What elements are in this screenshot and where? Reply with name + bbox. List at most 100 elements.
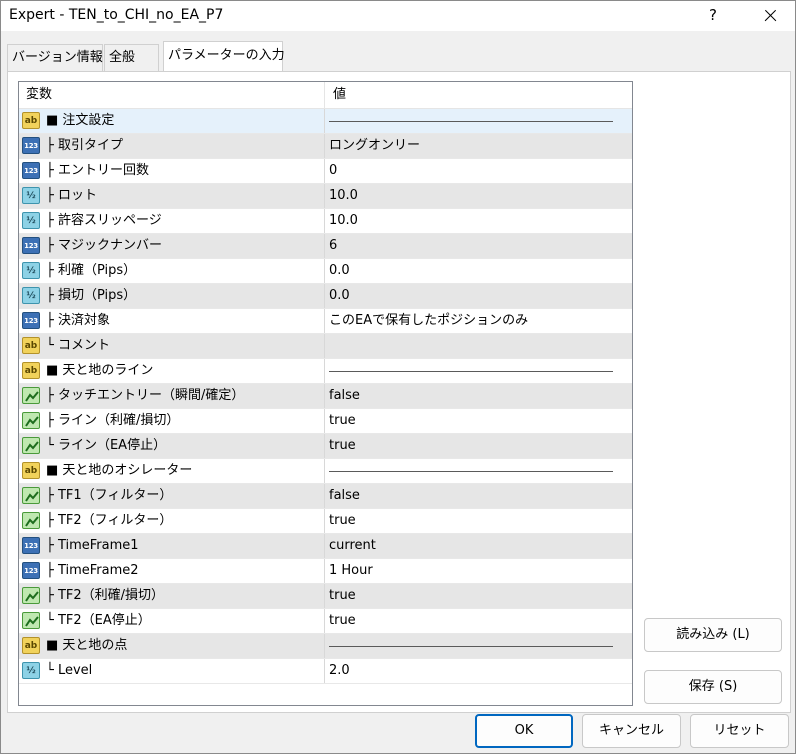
parameter-name: ├ 利確（Pips） [46,263,137,278]
parameter-row[interactable]: 123 ├ マジックナンバー 6 [19,234,632,259]
separator-line [329,646,613,647]
parameter-value[interactable]: 10.0 [325,209,632,233]
boolean-type-icon [22,387,40,404]
string-type-icon: ab [22,362,40,379]
parameter-row[interactable]: ½ ├ 利確（Pips） 0.0 [19,259,632,284]
parameter-name-cell: ½ ├ 許容スリッページ [19,209,325,233]
parameter-value[interactable]: true [325,434,632,458]
parameter-value[interactable] [325,634,632,658]
parameter-value[interactable] [325,109,632,133]
parameter-row[interactable]: 123 ├ TimeFrame1 current [19,534,632,559]
help-button[interactable]: ? [691,1,735,31]
parameter-name-cell: 123 ├ 取引タイプ [19,134,325,158]
boolean-type-icon [22,487,40,504]
parameter-row[interactable]: 123 ├ 決済対象 このEAで保有したポジションのみ [19,309,632,334]
double-type-icon: ½ [22,187,40,204]
parameter-value[interactable]: false [325,384,632,408]
parameter-name: ■ 天と地のオシレーター [46,463,193,478]
tab-input-parameters[interactable]: パラメーターの入力 [163,41,285,71]
parameter-value[interactable]: 2.0 [325,659,632,683]
parameter-name: └ コメント [46,338,110,353]
boolean-type-icon [22,512,40,529]
parameter-name-cell: └ ライン（EA停止） [19,434,325,458]
parameter-row[interactable]: ab └ コメント [19,334,632,359]
parameter-value[interactable]: true [325,509,632,533]
parameter-value[interactable]: ロングオンリー [325,134,632,158]
save-button[interactable]: 保存 (S) [644,670,782,704]
parameter-name-cell: ½ ├ 利確（Pips） [19,259,325,283]
boolean-type-icon [22,612,40,629]
title-bar: Expert - TEN_to_CHI_no_EA_P7 ? [1,1,795,31]
close-button[interactable] [747,1,793,31]
boolean-type-icon [22,437,40,454]
parameter-row[interactable]: ab ■ 天と地のライン [19,359,632,384]
column-header-variable[interactable]: 変数 [19,82,325,108]
parameter-value[interactable] [325,334,632,358]
ok-button[interactable]: OK [475,714,573,748]
parameter-row[interactable]: ├ TF1（フィルター） false [19,484,632,509]
parameter-row[interactable]: ½ ├ 損切（Pips） 0.0 [19,284,632,309]
parameter-name: ├ TimeFrame2 [46,563,139,578]
parameter-name-cell: ab ■ 天と地のオシレーター [19,459,325,483]
parameter-name-cell: ½ ├ ロット [19,184,325,208]
parameter-value[interactable]: false [325,484,632,508]
parameter-row[interactable]: ├ タッチエントリー（瞬間/確定） false [19,384,632,409]
double-type-icon: ½ [22,662,40,679]
string-type-icon: ab [22,637,40,654]
parameter-row[interactable]: └ ライン（EA停止） true [19,434,632,459]
parameter-row[interactable]: ab ■ 天と地の点 [19,634,632,659]
grid-header: 変数 値 [19,82,632,109]
parameter-name: ├ 決済対象 [46,313,110,328]
parameter-value[interactable]: true [325,609,632,633]
parameter-row[interactable]: 123 ├ TimeFrame2 1 Hour [19,559,632,584]
parameter-row[interactable]: ab ■ 注文設定 [19,109,632,134]
cancel-button[interactable]: キャンセル [582,714,681,748]
double-type-icon: ½ [22,212,40,229]
parameter-value[interactable] [325,359,632,383]
parameter-row[interactable]: ├ ライン（利確/損切） true [19,409,632,434]
tab-version-info[interactable]: バージョン情報 [7,44,103,71]
parameter-row[interactable]: ab ■ 天と地のオシレーター [19,459,632,484]
parameter-value[interactable]: true [325,409,632,433]
parameter-name: ├ TF1（フィルター） [46,488,173,503]
load-button[interactable]: 読み込み (L) [644,618,782,652]
parameter-value[interactable]: このEAで保有したポジションのみ [325,309,632,333]
parameter-row[interactable]: 123 ├ 取引タイプ ロングオンリー [19,134,632,159]
parameter-row[interactable]: ½ ├ 許容スリッページ 10.0 [19,209,632,234]
parameter-value[interactable]: 0 [325,159,632,183]
parameter-name-cell: ab ■ 天と地のライン [19,359,325,383]
integer-type-icon: 123 [22,162,40,179]
tab-general[interactable]: 全般 [104,44,159,71]
reset-button[interactable]: リセット [690,714,789,748]
parameter-row[interactable]: ├ TF2（利確/損切） true [19,584,632,609]
parameter-name-cell: ├ タッチエントリー（瞬間/確定） [19,384,325,408]
parameter-name-cell: 123 ├ エントリー回数 [19,159,325,183]
column-header-value[interactable]: 値 [325,82,632,108]
parameter-name-cell: ½ └ Level [19,659,325,683]
parameter-name-cell: 123 ├ TimeFrame1 [19,534,325,558]
parameter-value[interactable]: true [325,584,632,608]
boolean-type-icon [22,412,40,429]
parameter-row[interactable]: ½ ├ ロット 10.0 [19,184,632,209]
parameter-value[interactable]: 1 Hour [325,559,632,583]
parameter-value[interactable]: current [325,534,632,558]
parameter-value[interactable]: 10.0 [325,184,632,208]
string-type-icon: ab [22,462,40,479]
parameter-name-cell: ab ■ 注文設定 [19,109,325,133]
parameter-row[interactable]: 123 ├ エントリー回数 0 [19,159,632,184]
parameter-name-cell: 123 ├ TimeFrame2 [19,559,325,583]
parameter-row[interactable]: └ TF2（EA停止） true [19,609,632,634]
parameter-rows: ab ■ 注文設定 123 ├ 取引タイプ ロングオンリー 123 ├ エントリー回数 0 ½ ├… [19,109,632,684]
parameter-name: └ Level [46,663,93,678]
parameter-value[interactable]: 6 [325,234,632,258]
string-type-icon: ab [22,337,40,354]
parameter-value[interactable]: 0.0 [325,284,632,308]
parameter-row[interactable]: ½ └ Level 2.0 [19,659,632,684]
parameter-value[interactable]: 0.0 [325,259,632,283]
parameter-grid: 変数 値 ab ■ 注文設定 123 ├ 取引タイプ ロングオンリー 123 ├ エントリー… [18,81,633,706]
parameter-name: ├ マジックナンバー [46,238,162,253]
parameter-name: └ TF2（EA停止） [46,613,151,628]
parameter-name: ├ ライン（利確/損切） [46,413,180,428]
parameter-value[interactable] [325,459,632,483]
parameter-row[interactable]: ├ TF2（フィルター） true [19,509,632,534]
